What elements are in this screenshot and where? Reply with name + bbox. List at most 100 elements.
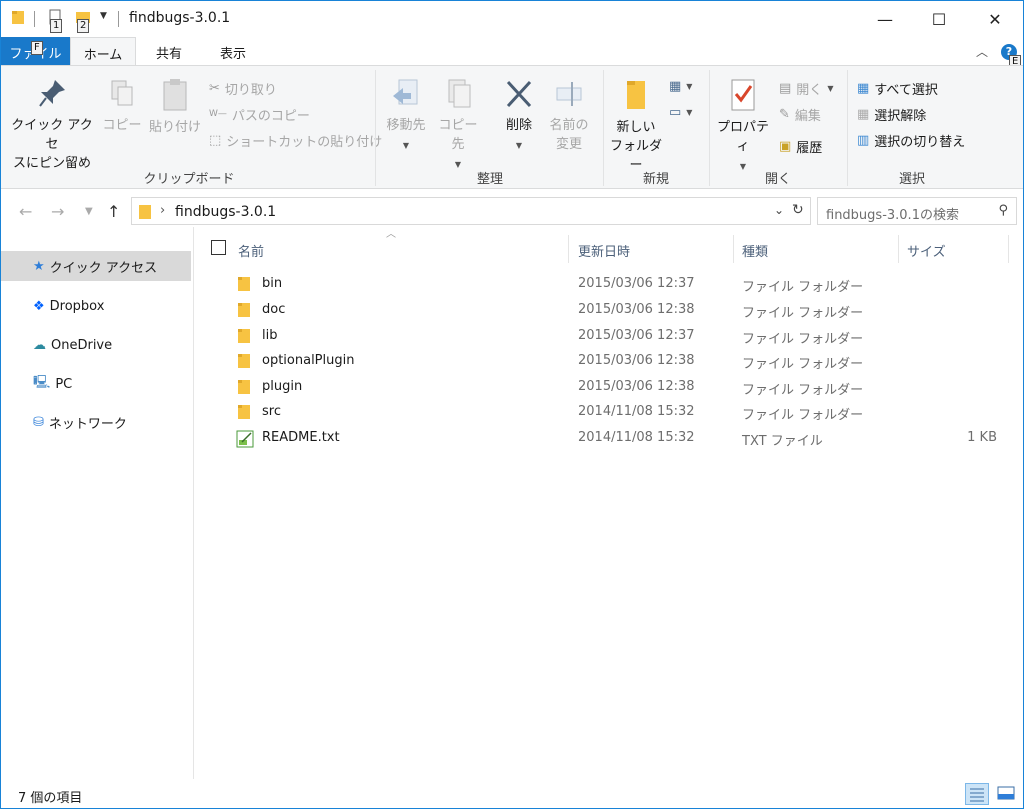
copy-path-button[interactable]: W— パスのコピー bbox=[209, 104, 310, 124]
open-button[interactable]: ▤ 開く ▼ bbox=[779, 78, 833, 98]
title-bar: 1 2 ▼ findbugs-3.0.1 — ☐ ✕ bbox=[1, 1, 1023, 37]
list-item[interactable]: optionalPlugin 2015/03/06 12:38 ファイル フォル… bbox=[196, 349, 1016, 374]
minimize-button[interactable]: — bbox=[857, 1, 913, 37]
nav-item-label: ネットワーク bbox=[48, 416, 127, 432]
sort-ascending-icon: ︿ bbox=[386, 229, 396, 240]
folder-icon bbox=[238, 379, 250, 399]
file-name: plugin bbox=[262, 379, 303, 394]
delete-button[interactable]: 削除 ▼ bbox=[497, 78, 541, 155]
close-button[interactable]: ✕ bbox=[967, 1, 1023, 37]
forward-icon[interactable]: → bbox=[51, 202, 64, 221]
list-item[interactable]: lib 2015/03/06 12:37 ファイル フォルダー bbox=[196, 324, 1016, 349]
nav-item-pc[interactable]: 🖳 PC bbox=[1, 369, 191, 399]
paste-button[interactable]: 貼り付け bbox=[147, 78, 203, 137]
customize-dropdown-icon[interactable]: ▼ bbox=[100, 11, 107, 21]
list-item[interactable]: plugin 2015/03/06 12:38 ファイル フォルダー bbox=[196, 375, 1016, 400]
history-icon: ▣ bbox=[779, 138, 792, 154]
move-to-button[interactable]: 移動先 ▼ bbox=[381, 78, 431, 155]
select-all-button[interactable]: ▦ すべて選択 bbox=[857, 78, 938, 98]
list-item[interactable]: doc 2015/03/06 12:38 ファイル フォルダー bbox=[196, 298, 1016, 323]
select-none-button[interactable]: ▦ 選択解除 bbox=[857, 104, 926, 124]
new-folder-label-1: 新しい bbox=[616, 120, 656, 135]
nav-item-quick-access[interactable]: ★ クイック アクセス bbox=[1, 251, 191, 281]
organize-group-label: 整理 bbox=[476, 172, 503, 187]
pc-icon: 🖳 bbox=[33, 375, 51, 390]
column-separator[interactable] bbox=[898, 235, 899, 263]
folder-icon bbox=[238, 328, 250, 348]
clipboard-group-label: クリップボード bbox=[143, 172, 235, 187]
details-view-button[interactable] bbox=[965, 783, 989, 805]
cut-button[interactable]: ✂ 切り取り bbox=[209, 78, 277, 98]
group-separator bbox=[847, 70, 848, 186]
column-header-name[interactable]: 名前 bbox=[238, 241, 264, 269]
up-icon[interactable]: ↑ bbox=[107, 202, 120, 221]
tab-view[interactable]: 表示 bbox=[205, 37, 261, 65]
text-file-icon bbox=[236, 430, 254, 452]
select-all-label: すべて選択 bbox=[874, 82, 938, 98]
list-item[interactable]: bin 2015/03/06 12:37 ファイル フォルダー bbox=[196, 272, 1016, 297]
new-folder-button[interactable]: 新しい フォルダー bbox=[607, 78, 665, 175]
rename-label-1: 名前の bbox=[549, 118, 589, 133]
address-bar[interactable]: › findbugs-3.0.1 ⌄ ↻ bbox=[131, 197, 811, 225]
tab-home[interactable]: ホーム bbox=[70, 37, 136, 65]
pin-to-quick-access-button[interactable]: クイック アクセ スにピン留め bbox=[7, 78, 97, 173]
search-placeholder: findbugs-3.0.1の検索 bbox=[826, 208, 959, 223]
copy-to-button[interactable]: コピー先 ▼ bbox=[433, 78, 483, 174]
recent-locations-icon[interactable]: ▼ bbox=[85, 206, 93, 217]
scissors-icon: ✂ bbox=[209, 80, 220, 96]
back-icon[interactable]: ← bbox=[19, 202, 32, 221]
move-to-icon bbox=[393, 79, 418, 105]
edit-button[interactable]: ✎ 編集 bbox=[779, 104, 821, 124]
address-dropdown-icon[interactable]: ⌄ bbox=[774, 203, 784, 217]
history-button[interactable]: ▣ 履歴 bbox=[779, 136, 822, 156]
properties-button[interactable]: プロパティ ▼ bbox=[713, 78, 773, 176]
rename-button[interactable]: 名前の 変更 bbox=[545, 78, 593, 154]
copy-button[interactable]: コピー bbox=[99, 78, 145, 135]
list-item[interactable]: README.txt 2014/11/08 15:32 TXT ファイル 1 K… bbox=[196, 426, 1016, 451]
paste-shortcut-button[interactable]: ⬚ ショートカットの貼り付け bbox=[209, 130, 382, 150]
edit-label: 編集 bbox=[794, 108, 821, 124]
file-name: README.txt bbox=[262, 430, 340, 445]
new-item-button[interactable]: ▦ ▼ bbox=[669, 76, 692, 96]
folder-icon[interactable] bbox=[11, 9, 25, 29]
easy-access-button[interactable]: ▭ ▼ bbox=[669, 102, 692, 122]
search-input[interactable]: findbugs-3.0.1の検索 ⚲ bbox=[817, 197, 1017, 225]
properties-label: プロパティ bbox=[716, 120, 769, 154]
folder-icon bbox=[138, 204, 152, 224]
network-icon: ⛁ bbox=[33, 414, 44, 430]
quick-access-separator bbox=[34, 11, 35, 27]
file-type: ファイル フォルダー bbox=[742, 408, 864, 423]
group-separator bbox=[709, 70, 710, 186]
open-icon: ▤ bbox=[779, 80, 792, 96]
invert-selection-button[interactable]: ▥ 選択の切り替え bbox=[857, 130, 965, 150]
easy-access-icon: ▭ bbox=[669, 104, 682, 120]
search-icon[interactable]: ⚲ bbox=[998, 203, 1008, 218]
column-separator[interactable] bbox=[568, 235, 569, 263]
large-icons-view-button[interactable] bbox=[995, 783, 1019, 805]
paste-label: 貼り付け bbox=[148, 120, 201, 135]
group-separator bbox=[375, 70, 376, 186]
nav-item-onedrive[interactable]: ☁ OneDrive bbox=[1, 330, 191, 360]
breadcrumb[interactable]: findbugs-3.0.1 bbox=[175, 204, 276, 220]
column-separator[interactable] bbox=[1008, 235, 1009, 263]
refresh-icon[interactable]: ↻ bbox=[792, 202, 804, 218]
nav-item-dropbox[interactable]: ❖ Dropbox bbox=[1, 291, 191, 321]
column-header-size[interactable]: サイズ bbox=[907, 241, 946, 269]
maximize-button[interactable]: ☐ bbox=[911, 1, 967, 37]
folder-icon bbox=[238, 404, 250, 424]
status-bar: 7 個の項目 bbox=[1, 780, 1023, 808]
collapse-ribbon-icon[interactable]: ︿ bbox=[976, 43, 988, 60]
breadcrumb-chevron-icon[interactable]: › bbox=[160, 203, 165, 218]
file-name: src bbox=[262, 404, 281, 419]
list-item[interactable]: src 2014/11/08 15:32 ファイル フォルダー bbox=[196, 400, 1016, 425]
file-date: 2015/03/06 12:38 bbox=[578, 353, 695, 368]
column-header-type[interactable]: 種類 bbox=[742, 241, 768, 269]
column-header-date[interactable]: 更新日時 bbox=[578, 241, 630, 269]
nav-item-network[interactable]: ⛁ ネットワーク bbox=[1, 407, 191, 437]
column-separator[interactable] bbox=[733, 235, 734, 263]
tab-share[interactable]: 共有 bbox=[141, 37, 197, 65]
select-all-checkbox[interactable] bbox=[211, 240, 226, 255]
dropbox-icon: ❖ bbox=[33, 298, 45, 314]
explorer-window: 1 2 ▼ findbugs-3.0.1 — ☐ ✕ ファイル F ホーム H … bbox=[0, 0, 1024, 809]
onedrive-icon: ☁ bbox=[33, 337, 46, 353]
